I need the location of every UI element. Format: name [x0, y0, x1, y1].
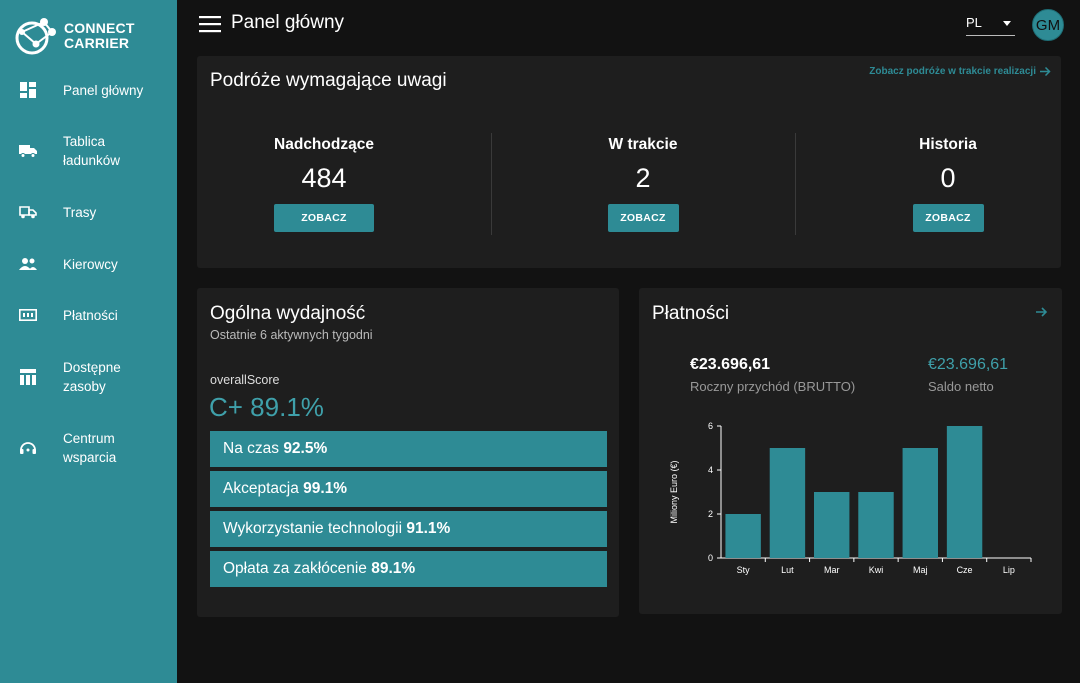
stat-value: 2	[635, 163, 651, 193]
x-tick-label: Lut	[781, 565, 794, 575]
metric-value: 99.1%	[303, 480, 348, 497]
sidebar-item-support[interactable]: Centrum wsparcia	[0, 428, 177, 468]
resources-icon	[18, 367, 38, 387]
sidebar: CONNECT CARRIER Panel główny Tablica ład…	[0, 0, 177, 683]
gross-revenue-label: Roczny przychód (BRUTTO)	[690, 379, 856, 394]
view-in-progress-button[interactable]: ZOBACZ	[607, 204, 679, 232]
net-balance-label: Saldo netto	[928, 379, 994, 394]
metric-technology: Wykorzystanie technologii 91.1%	[210, 511, 607, 547]
sidebar-item-payments[interactable]: Płatności	[0, 304, 177, 326]
sidebar-item-load-board[interactable]: Tablica ładunków	[0, 131, 177, 171]
metric-value: 91.1%	[406, 520, 451, 537]
metric-value: 89.1%	[371, 560, 416, 577]
metric-label: Akceptacja	[223, 480, 304, 497]
net-balance-amount: €23.696,61	[928, 356, 1009, 373]
metric-disruption-fee: Opłata za zakłócenie 89.1%	[210, 551, 607, 587]
people-icon	[18, 254, 38, 274]
view-upcoming-button[interactable]: ZOBACZ	[274, 204, 374, 232]
sidebar-item-label: Kierowcy	[63, 257, 118, 272]
trips-attention-card: Podróże wymagające uwagi Zobacz podróże …	[197, 56, 1061, 268]
payments-bar-chart: Miliony Euro (€) 0 2 4 6 Sty Lut Mar Kwi Maj Cze Li…	[669, 421, 1032, 575]
divider	[491, 133, 492, 235]
avatar[interactable]: GM	[1032, 9, 1064, 41]
gross-revenue-amount: €23.696,61	[690, 356, 771, 373]
overall-score-label: overallScore	[210, 373, 280, 387]
performance-card-title: Ogólna wydajność	[210, 303, 366, 324]
y-tick-label: 4	[708, 465, 713, 475]
x-tick-label: Sty	[737, 565, 751, 575]
sidebar-item-label: Tablica ładunków	[63, 134, 121, 168]
metric-label: Wykorzystanie technologii	[223, 520, 407, 537]
payments-card: Płatności €23.696,61 Roczny przychód (BR…	[639, 288, 1062, 614]
metric-acceptance: Akceptacja 99.1%	[210, 471, 607, 507]
menu-icon[interactable]	[199, 15, 221, 33]
top-bar: Panel główny PL GM	[177, 0, 1080, 50]
sidebar-item-label: Trasy	[63, 205, 97, 220]
logo-line-2: CARRIER	[64, 35, 130, 51]
bar-sty	[725, 514, 761, 558]
x-tick-label: Lip	[1003, 565, 1015, 575]
performance-card: Ogólna wydajność Ostatnie 6 aktywnych ty…	[197, 288, 619, 617]
y-tick-label: 2	[708, 509, 713, 519]
stat-upcoming: Nadchodzące 484 ZOBACZ	[224, 136, 424, 232]
bar-kwi	[858, 492, 894, 558]
sidebar-item-drivers[interactable]: Kierowcy	[0, 253, 177, 275]
payments-icon	[18, 305, 38, 325]
logo[interactable]: CONNECT CARRIER	[12, 14, 162, 58]
stat-in-progress: W trakcie 2 ZOBACZ	[543, 136, 743, 232]
view-ongoing-trips-label: Zobacz podróże w trakcie realizacji	[869, 66, 1036, 77]
stat-history: Historia 0 ZOBACZ	[848, 136, 1048, 232]
stat-label: W trakcie	[608, 136, 678, 153]
bar-cze	[946, 426, 983, 558]
metric-on-time: Na czas 92.5%	[210, 431, 607, 467]
sidebar-item-label: Centrum wsparcia	[63, 431, 117, 465]
logo-text: CONNECT CARRIER	[64, 21, 135, 51]
sidebar-item-routes[interactable]: Trasy	[0, 201, 177, 223]
bar-maj	[902, 448, 938, 558]
stat-label: Historia	[919, 136, 977, 153]
bar-lut	[769, 448, 806, 558]
x-tick-label: Kwi	[869, 565, 884, 575]
logo-line-1: CONNECT	[64, 20, 135, 36]
payments-card-title: Płatności	[652, 303, 730, 324]
y-axis-label: Miliony Euro (€)	[669, 460, 679, 523]
language-value: PL	[966, 15, 982, 30]
arrow-right-icon[interactable]	[1036, 305, 1048, 323]
stat-value: 484	[301, 163, 347, 193]
chevron-down-icon	[1003, 21, 1011, 26]
sidebar-item-resources[interactable]: Dostępne zasoby	[0, 357, 177, 397]
stat-value: 0	[940, 163, 956, 193]
sidebar-item-dashboard[interactable]: Panel główny	[0, 79, 177, 101]
overall-score-value: C+ 89.1%	[209, 392, 324, 422]
page-title: Panel główny	[231, 12, 345, 33]
y-tick-label: 0	[708, 553, 713, 563]
x-tick-label: Mar	[824, 565, 840, 575]
sidebar-item-label: Płatności	[63, 308, 118, 323]
performance-subtitle: Ostatnie 6 aktywnych tygodni	[210, 328, 373, 342]
support-icon	[18, 438, 38, 458]
truck-icon	[18, 141, 38, 161]
connect-carrier-logo-icon	[15, 18, 56, 55]
language-select[interactable]: PL	[966, 12, 1015, 36]
x-tick-label: Maj	[913, 565, 928, 575]
divider	[795, 133, 796, 235]
x-tick-label: Cze	[957, 565, 973, 575]
metric-value: 92.5%	[283, 440, 328, 457]
trips-card-title: Podróże wymagające uwagi	[210, 70, 447, 91]
view-ongoing-trips-link[interactable]: Zobacz podróże w trakcie realizacji	[869, 66, 1051, 77]
view-history-button[interactable]: ZOBACZ	[912, 204, 984, 232]
arrow-right-icon	[1040, 66, 1051, 77]
stat-label: Nadchodzące	[274, 136, 374, 153]
route-truck-icon	[18, 202, 38, 222]
bar-mar	[814, 492, 850, 558]
metric-label: Na czas	[223, 440, 284, 457]
y-tick-label: 6	[708, 421, 713, 431]
dashboard-icon	[18, 80, 38, 100]
sidebar-item-label: Panel główny	[63, 83, 144, 98]
metric-label: Opłata za zakłócenie	[223, 560, 372, 577]
sidebar-item-label: Dostępne zasoby	[63, 360, 121, 394]
